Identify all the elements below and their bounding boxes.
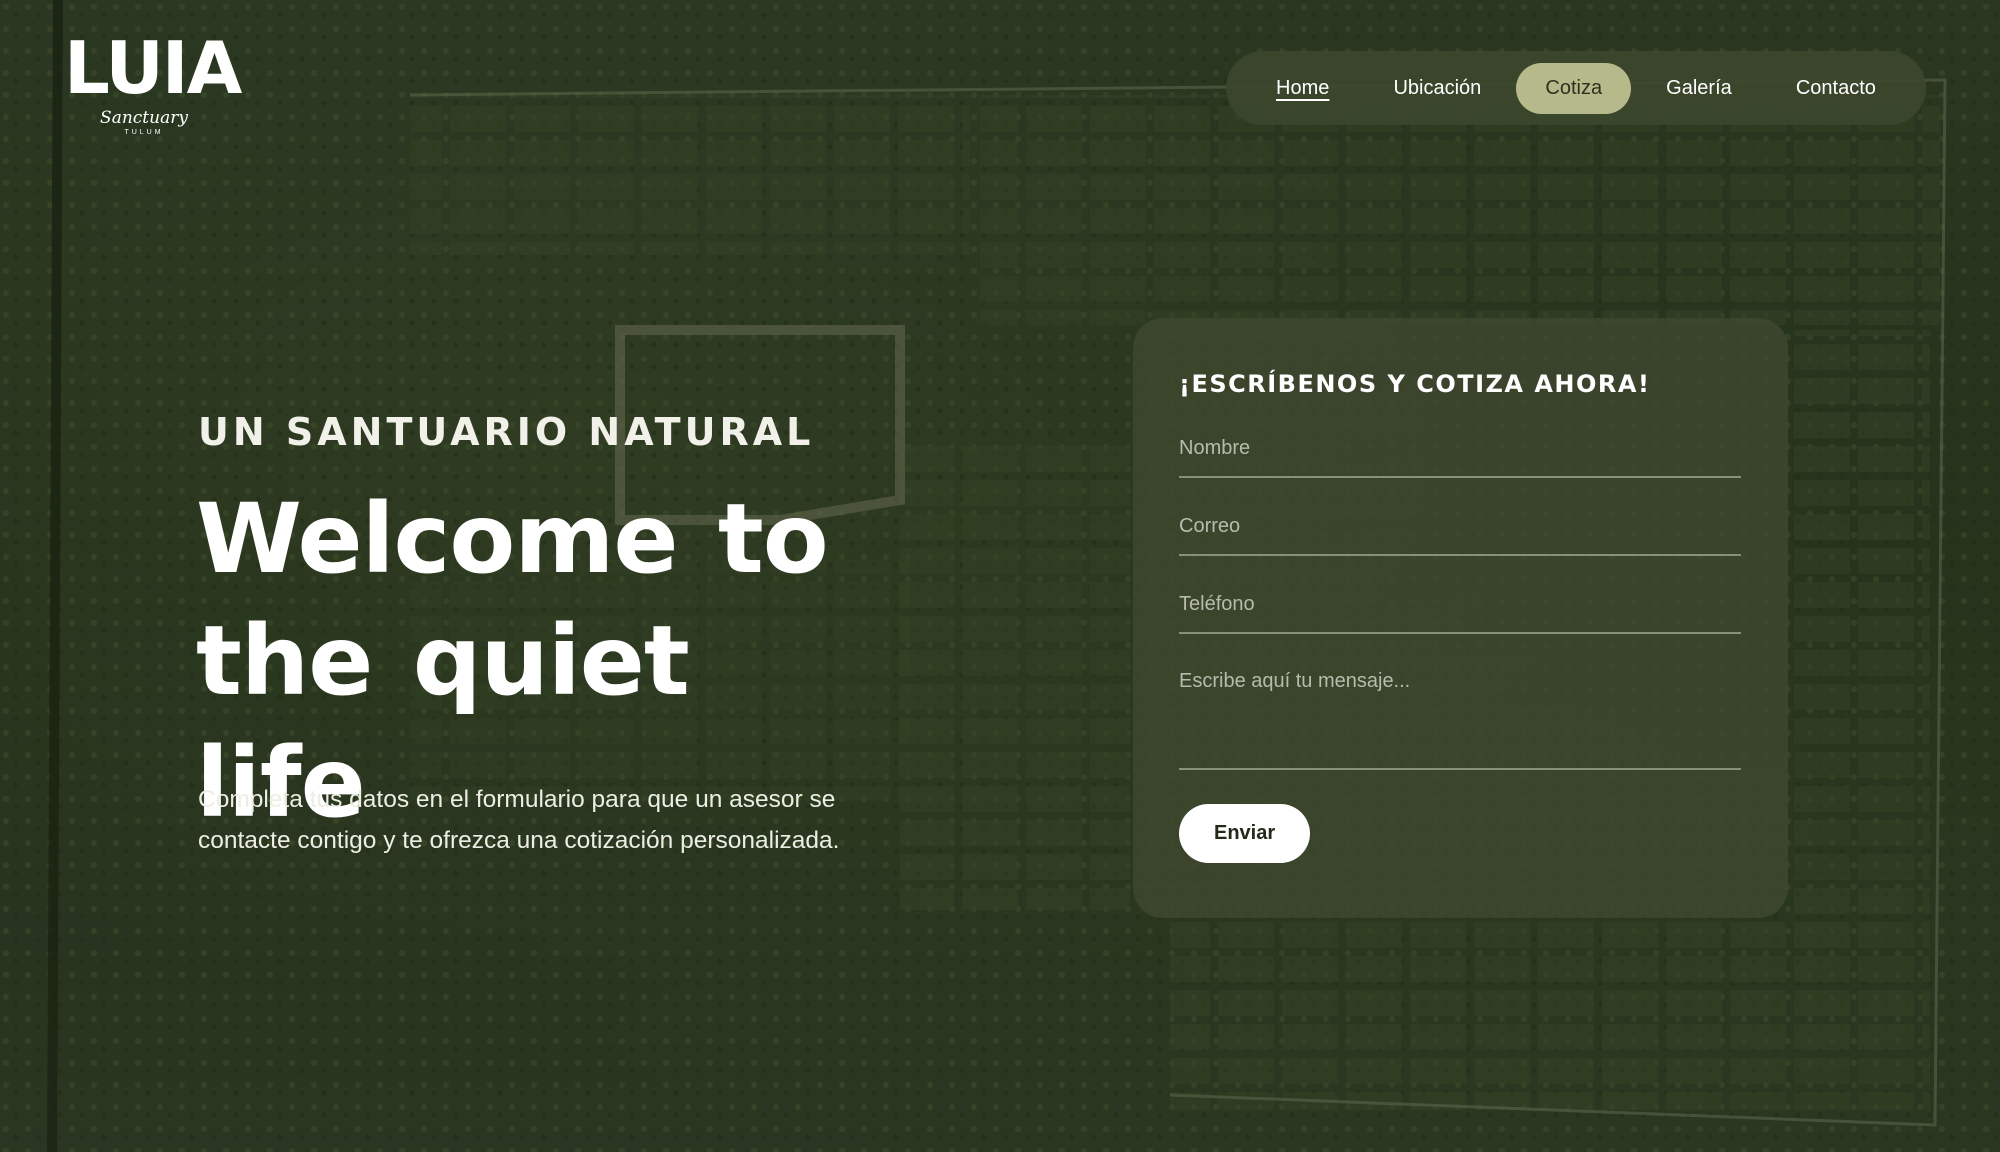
message-textarea[interactable]: [1179, 662, 1741, 770]
send-button[interactable]: Enviar: [1179, 804, 1311, 863]
email-input[interactable]: [1179, 506, 1741, 556]
hero-headline-line-1: Welcome to: [196, 483, 829, 595]
hero-description: Completa tus datos en el formulario para…: [198, 785, 840, 854]
nav-item-galeria[interactable]: Galería: [1637, 63, 1761, 114]
phone-input[interactable]: [1179, 584, 1741, 634]
name-input[interactable]: [1179, 428, 1741, 478]
nav-item-home[interactable]: Home: [1247, 63, 1358, 114]
hero-eyebrow: UN SANTUARIO NATURAL: [198, 410, 815, 454]
brand-logo[interactable]: LUIA Sanctuary TULUM: [64, 26, 242, 150]
logo-subtitle: Sanctuary: [100, 108, 188, 128]
nav-item-cotiza[interactable]: Cotiza: [1516, 62, 1632, 114]
quote-form-card: ¡ESCRÍBENOS Y COTIZA AHORA! Enviar: [1133, 318, 1788, 918]
logo-wordmark: LUIA: [64, 26, 242, 110]
logo-location: TULUM: [124, 129, 164, 136]
landing-page: LUIA Sanctuary TULUM Home Ubicación Coti…: [0, 0, 2000, 1152]
form-title: ¡ESCRÍBENOS Y COTIZA AHORA!: [1179, 370, 1651, 398]
nav-item-contacto[interactable]: Contacto: [1767, 63, 1905, 114]
nav-item-ubicacion[interactable]: Ubicación: [1364, 63, 1510, 114]
main-navigation: Home Ubicación Cotiza Galería Contacto: [1226, 51, 1926, 125]
